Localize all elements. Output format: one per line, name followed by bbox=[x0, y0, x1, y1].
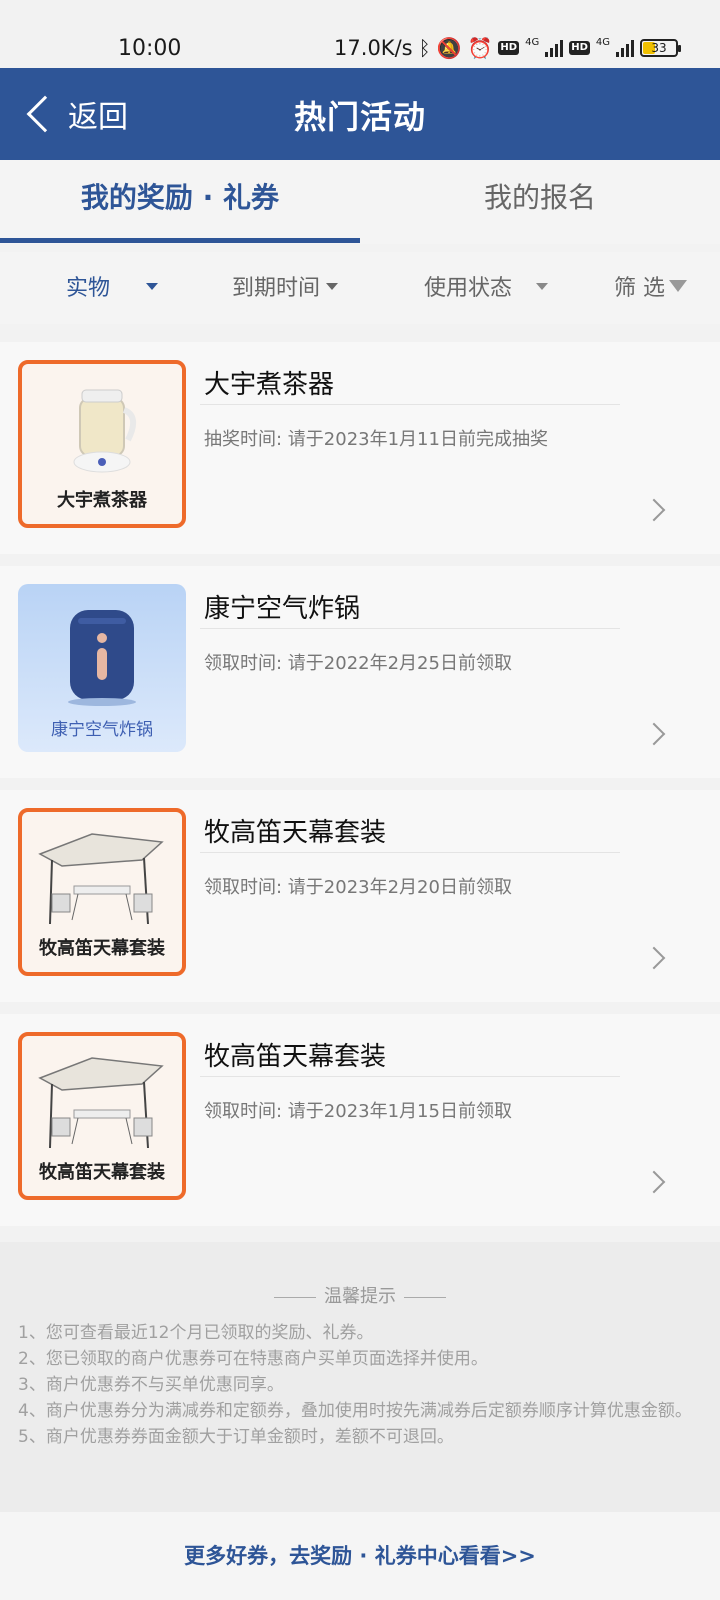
battery-level: 33 bbox=[651, 41, 667, 55]
air-fryer-image: 康宁空气炸锅 bbox=[18, 584, 186, 752]
tip-line: 4、商户优惠券分为满减券和定额券，叠加使用时按先满减券后定额券顺序计算优惠金额。 bbox=[18, 1401, 692, 1421]
footer-bar: 更多好券，去奖励 · 礼券中心看看>> bbox=[0, 1512, 720, 1600]
caret-down-icon bbox=[326, 282, 339, 290]
filter-screen-label: 筛 选 bbox=[614, 276, 665, 301]
tea-maker-icon bbox=[73, 389, 137, 473]
coupon-center-link[interactable]: 更多好券，去奖励 · 礼券中心看看>> bbox=[0, 1540, 720, 1570]
filter-usage-status[interactable]: 使用状态 bbox=[424, 270, 549, 302]
filter-goods-label: 实物 bbox=[66, 276, 111, 301]
divider bbox=[200, 852, 620, 853]
list-item[interactable]: 牧高笛天幕套装 牧高笛天幕套装 领取时间: 请于2023年1月15日前领取 bbox=[0, 1014, 720, 1226]
item-title: 康宁空气炸锅 bbox=[204, 594, 361, 624]
filter-expiry-label: 到期时间 bbox=[232, 276, 321, 301]
status-time: 10:00 bbox=[118, 36, 182, 61]
divider bbox=[200, 628, 620, 629]
tip-line: 1、您可查看最近12个月已领取的奖励、礼券。 bbox=[18, 1323, 374, 1343]
tips-list: 1、您可查看最近12个月已领取的奖励、礼券。 2、您已领取的商户优惠券可在特惠商… bbox=[18, 1320, 704, 1450]
tips-heading: 温馨提示 bbox=[0, 1282, 720, 1308]
thumb-caption: 大宇煮茶器 bbox=[57, 490, 147, 511]
hd-icon: HD bbox=[498, 41, 520, 55]
thumb-caption: 康宁空气炸锅 bbox=[51, 720, 153, 740]
tip-line: 5、商户优惠券券面金额大于订单金额时，差额不可退回。 bbox=[18, 1427, 454, 1447]
canopy-icon bbox=[38, 1057, 164, 1149]
filter-screen-button[interactable]: 筛 选 bbox=[614, 270, 687, 302]
tab-my-signups[interactable]: 我的报名 bbox=[360, 160, 720, 244]
chevron-right-icon bbox=[642, 498, 666, 522]
item-title: 大宇煮茶器 bbox=[204, 370, 335, 400]
item-meta: 领取时间: 请于2023年1月15日前领取 bbox=[204, 1101, 512, 1122]
list-item[interactable]: 康宁空气炸锅 康宁空气炸锅 领取时间: 请于2022年2月25日前领取 bbox=[0, 566, 720, 778]
tea-maker-image: 大宇煮茶器 bbox=[18, 360, 186, 528]
alarm-icon: ⏰ bbox=[467, 36, 493, 60]
status-bar: 10:00 17.0K/s ᛒ 🔕 ⏰ HD 4G HD 4G 33 bbox=[0, 0, 720, 68]
page-title: 热门活动 bbox=[293, 98, 426, 136]
thumb-caption: 牧高笛天幕套装 bbox=[39, 938, 165, 959]
mute-bell-icon: 🔕 bbox=[436, 36, 462, 60]
thumb-caption: 牧高笛天幕套装 bbox=[39, 1162, 165, 1183]
list-item[interactable]: 大宇煮茶器 大宇煮茶器 抽奖时间: 请于2023年1月11日前完成抽奖 bbox=[0, 342, 720, 554]
chevron-right-icon bbox=[642, 946, 666, 970]
canopy-image: 牧高笛天幕套装 bbox=[18, 808, 186, 976]
tip-line: 3、商户优惠券不与买单优惠同享。 bbox=[18, 1375, 284, 1395]
nav-bar: 返回 热门活动 bbox=[0, 68, 720, 160]
caret-down-icon bbox=[536, 282, 549, 290]
battery-icon: 33 bbox=[640, 39, 681, 57]
item-meta: 领取时间: 请于2022年2月25日前领取 bbox=[204, 653, 512, 674]
canopy-icon bbox=[38, 833, 164, 925]
active-tab-indicator bbox=[0, 238, 360, 243]
network-speed: 17.0K/s bbox=[334, 36, 413, 60]
list-item[interactable]: 牧高笛天幕套装 牧高笛天幕套装 领取时间: 请于2023年2月20日前领取 bbox=[0, 790, 720, 1002]
signal-icon bbox=[545, 39, 564, 57]
network-type-2: 4G bbox=[595, 36, 610, 48]
hd-icon-2: HD bbox=[569, 41, 590, 55]
item-title: 牧高笛天幕套装 bbox=[204, 1042, 387, 1072]
canopy-image: 牧高笛天幕套装 bbox=[18, 1032, 186, 1200]
status-icons: 17.0K/s ᛒ 🔕 ⏰ HD 4G HD 4G 33 bbox=[334, 36, 681, 60]
caret-down-icon bbox=[146, 282, 159, 290]
item-title: 牧高笛天幕套装 bbox=[204, 818, 387, 848]
filter-status-label: 使用状态 bbox=[424, 276, 513, 301]
item-meta: 领取时间: 请于2023年2月20日前领取 bbox=[204, 877, 512, 898]
divider bbox=[200, 404, 620, 405]
funnel-icon bbox=[669, 280, 687, 292]
tab-bar: 我的奖励 · 礼券 我的报名 bbox=[0, 160, 720, 244]
filter-goods-type[interactable]: 实物 bbox=[66, 270, 159, 302]
tab-rewards-coupons[interactable]: 我的奖励 · 礼券 bbox=[0, 160, 360, 244]
chevron-right-icon bbox=[642, 722, 666, 746]
network-type-1: 4G bbox=[525, 36, 540, 48]
filter-expiry-time[interactable]: 到期时间 bbox=[232, 270, 339, 302]
bluetooth-icon: ᛒ bbox=[418, 36, 431, 60]
divider bbox=[200, 1076, 620, 1077]
air-fryer-icon bbox=[68, 610, 136, 706]
chevron-right-icon bbox=[642, 1170, 666, 1194]
tips-section: 温馨提示 1、您可查看最近12个月已领取的奖励、礼券。 2、您已领取的商户优惠券… bbox=[0, 1242, 720, 1512]
filter-bar: 实物 到期时间 使用状态 筛 选 bbox=[0, 252, 720, 324]
tip-line: 2、您已领取的商户优惠券可在特惠商户买单页面选择并使用。 bbox=[18, 1349, 488, 1369]
signal-icon-2 bbox=[616, 39, 634, 57]
item-meta: 抽奖时间: 请于2023年1月11日前完成抽奖 bbox=[204, 429, 548, 450]
